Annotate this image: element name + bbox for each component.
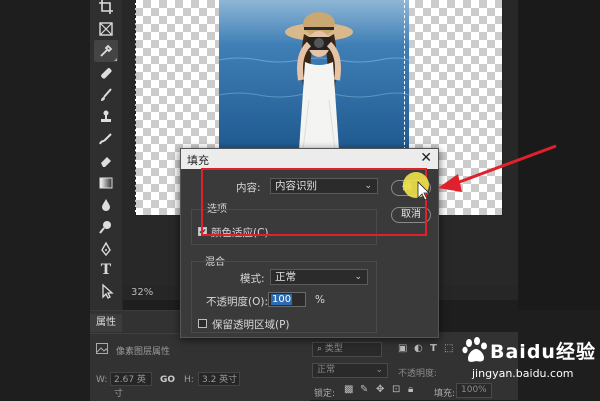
- chevron-down-icon: ⌄: [354, 272, 362, 282]
- search-icon: ⌕: [317, 344, 325, 354]
- opacity-label: 不透明度(O):: [206, 296, 268, 308]
- pixel-layer-icon: [96, 343, 109, 357]
- dialog-title-bar: 填充 ✕: [181, 149, 438, 169]
- link-dimensions-icon[interactable]: GO: [160, 375, 175, 385]
- chevron-down-icon: ⌄: [375, 365, 383, 375]
- blur-tool-icon[interactable]: [94, 194, 118, 216]
- selection-edge-left: [135, 0, 136, 215]
- right-panel-area: [518, 0, 600, 310]
- opacity-value: 100: [271, 294, 293, 305]
- zoom-level: 32%: [131, 287, 154, 298]
- layer-filter-select[interactable]: ⌕ 类型: [312, 342, 382, 357]
- gradient-tool-icon[interactable]: [94, 172, 118, 194]
- baidu-watermark: Baidu经验 jingyan.baidu.com: [458, 335, 598, 399]
- click-indicator: [403, 172, 429, 198]
- height-field[interactable]: 3.2 英寸: [198, 372, 240, 386]
- type-filter-icon[interactable]: T: [430, 343, 437, 354]
- tools-panel: T: [90, 0, 123, 310]
- mode-value: 正常: [275, 271, 296, 283]
- preserve-transparency-checkbox[interactable]: [198, 319, 207, 328]
- layer-filter-value: 类型: [324, 344, 343, 354]
- dialog-title: 填充: [187, 154, 209, 167]
- mode-select[interactable]: 正常 ⌄: [270, 269, 368, 285]
- annotation-highlight-box: [201, 168, 427, 236]
- preserve-transparency-label: 保留透明区域(P): [212, 319, 290, 331]
- watermark-url: jingyan.baidu.com: [472, 367, 574, 380]
- type-tool-icon[interactable]: T: [94, 259, 118, 281]
- lock-all-icon[interactable]: 🔒︎: [408, 384, 413, 395]
- lock-pixels-icon[interactable]: ▩: [344, 384, 353, 395]
- pixel-layer-label: 像素图层属性: [116, 347, 171, 357]
- tab-properties[interactable]: 属性: [90, 314, 122, 332]
- mode-label: 模式:: [240, 273, 265, 285]
- blend-mode-select[interactable]: 正常 ⌄: [312, 363, 388, 378]
- close-icon[interactable]: ✕: [420, 150, 432, 166]
- pixel-filter-icon[interactable]: ▣: [398, 343, 407, 354]
- lock-artboard-icon[interactable]: ⊡: [392, 384, 400, 395]
- brush-tool-icon[interactable]: [94, 84, 118, 106]
- shape-filter-icon[interactable]: ⬚: [444, 343, 453, 354]
- opacity-unit: %: [315, 294, 325, 306]
- lock-paint-icon[interactable]: ✎: [360, 384, 368, 395]
- photo-image: [219, 0, 409, 150]
- fill-label: 填充:: [434, 389, 456, 399]
- photo-edge: [404, 0, 405, 150]
- dodge-tool-icon[interactable]: [94, 216, 118, 238]
- width-field[interactable]: 2.67 英寸: [110, 372, 152, 399]
- width-label: W:: [96, 375, 108, 385]
- eyedropper-tool-icon[interactable]: [94, 40, 118, 62]
- blend-mode-value: 正常: [317, 365, 336, 375]
- paw-logo-icon: [462, 337, 487, 362]
- crop-tool-icon[interactable]: [94, 0, 118, 18]
- height-label: H:: [184, 375, 194, 385]
- stamp-tool-icon[interactable]: [94, 106, 118, 128]
- watermark-brand: Baidu经验: [490, 341, 596, 363]
- lock-label: 锁定:: [314, 389, 336, 399]
- adjustment-filter-icon[interactable]: ◐: [414, 343, 423, 354]
- layer-opacity-label: 不透明度:: [398, 369, 438, 379]
- opacity-input[interactable]: 100: [268, 292, 306, 307]
- healing-brush-icon[interactable]: [94, 62, 118, 84]
- pen-tool-icon[interactable]: [94, 238, 118, 260]
- path-selection-icon[interactable]: [94, 280, 118, 302]
- lock-position-icon[interactable]: ✥: [376, 384, 384, 395]
- selection-edge-right: [502, 0, 503, 215]
- frame-tool-icon[interactable]: [94, 18, 118, 40]
- history-brush-icon[interactable]: [94, 128, 118, 150]
- eraser-tool-icon[interactable]: [94, 150, 118, 172]
